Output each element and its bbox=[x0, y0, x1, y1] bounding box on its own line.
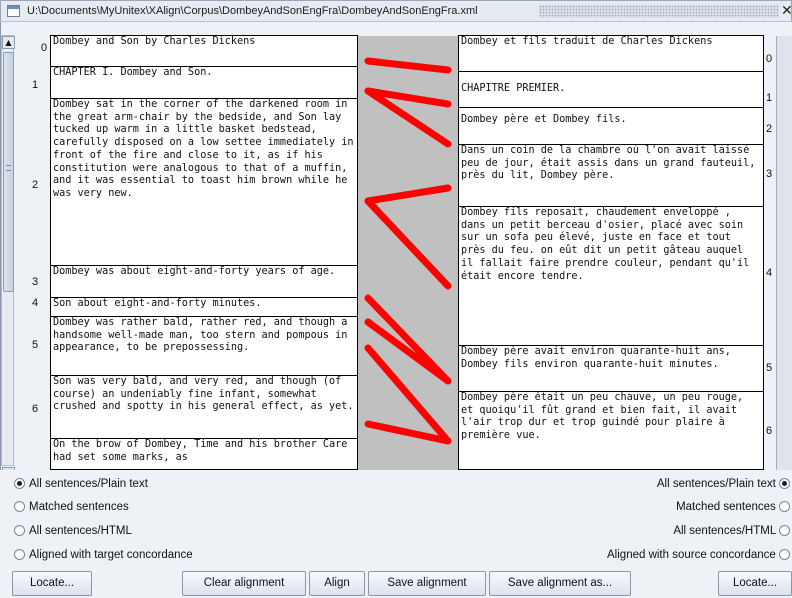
source-sentence[interactable]: Son about eight-and-forty minutes. bbox=[50, 297, 358, 317]
radio-button[interactable] bbox=[14, 549, 25, 560]
radio-button[interactable] bbox=[779, 549, 790, 560]
target-option-html[interactable]: All sentences/HTML bbox=[669, 525, 790, 543]
locate-target-button[interactable]: Locate... bbox=[718, 571, 792, 596]
source-sentence[interactable]: On the brow of Dombey, Time and his brot… bbox=[50, 438, 358, 470]
source-sentence[interactable]: Son was very bald, and very red, and tho… bbox=[50, 375, 358, 439]
close-icon[interactable]: ✕ bbox=[781, 3, 792, 19]
source-index: 3 bbox=[32, 276, 39, 288]
target-index: 0 bbox=[766, 53, 773, 65]
target-index: 6 bbox=[766, 425, 773, 437]
target-sentence[interactable]: Dombey père et Dombey fils. bbox=[458, 107, 764, 145]
target-sentence[interactable]: Dombey et fils traduit de Charles Dicken… bbox=[458, 35, 764, 72]
target-index: 2 bbox=[766, 123, 773, 135]
target-index: 3 bbox=[766, 168, 773, 180]
window-title: U:\Documents\MyUnitex\XAlign\Corpus\Domb… bbox=[27, 5, 478, 17]
option-label: Aligned with target concordance bbox=[29, 549, 193, 561]
locate-source-button[interactable]: Locate... bbox=[12, 571, 92, 596]
save-alignment-button[interactable]: Save alignment bbox=[368, 571, 486, 596]
option-label: All sentences/Plain text bbox=[656, 478, 776, 490]
window-titlebar: U:\Documents\MyUnitex\XAlign\Corpus\Domb… bbox=[0, 0, 792, 22]
source-option-matched[interactable]: Matched sentences bbox=[14, 501, 129, 519]
target-sentence[interactable]: CHAPITRE PREMIER. bbox=[458, 71, 764, 108]
target-sentence[interactable]: Dombey père avait environ quarante-huit … bbox=[458, 345, 764, 392]
source-index: 6 bbox=[32, 403, 39, 415]
target-index: 1 bbox=[766, 92, 773, 104]
titlebar-drag-grip[interactable] bbox=[539, 5, 779, 18]
source-index: 1 bbox=[32, 79, 39, 91]
source-option-html[interactable]: All sentences/HTML bbox=[14, 525, 132, 543]
radio-button[interactable] bbox=[779, 501, 790, 512]
target-index: 4 bbox=[766, 267, 773, 279]
option-label: All sentences/HTML bbox=[29, 525, 132, 537]
option-label: Aligned with source concordance bbox=[607, 549, 776, 561]
source-sentence[interactable]: CHAPTER I. Dombey and Son. bbox=[50, 66, 358, 99]
target-sentence[interactable]: Dombey fils reposait, chaudement envelop… bbox=[458, 206, 764, 346]
source-option-concordance[interactable]: Aligned with target concordance bbox=[14, 549, 193, 567]
option-label: Matched sentences bbox=[29, 501, 129, 513]
clear-alignment-button[interactable]: Clear alignment bbox=[182, 571, 306, 596]
source-sentence[interactable]: Dombey and Son by Charles Dickens bbox=[50, 35, 358, 67]
source-sentence[interactable]: Dombey was about eight-and-forty years o… bbox=[50, 265, 358, 298]
scroll-up-button[interactable]: ▲ bbox=[2, 36, 15, 49]
alignment-link[interactable] bbox=[364, 318, 452, 385]
radio-button[interactable] bbox=[779, 478, 790, 489]
alignment-link-canvas[interactable] bbox=[358, 36, 458, 470]
option-label: Matched sentences bbox=[676, 501, 776, 513]
alignment-link[interactable] bbox=[364, 184, 452, 205]
source-sentence[interactable]: Dombey was rather bald, rather red, and … bbox=[50, 316, 358, 376]
alignment-link[interactable] bbox=[364, 197, 452, 290]
source-index: 5 bbox=[32, 339, 39, 351]
target-option-plain[interactable]: All sentences/Plain text bbox=[653, 478, 790, 496]
option-label: All sentences/HTML bbox=[673, 525, 776, 537]
alignment-area: ▲ ▼ 0 1 2 3 4 5 6 Dombey and Son by Char… bbox=[0, 22, 792, 480]
scroll-thumb[interactable] bbox=[3, 52, 14, 292]
source-option-plain[interactable]: All sentences/Plain text bbox=[14, 478, 148, 496]
target-scrollbar[interactable] bbox=[776, 36, 792, 470]
option-label: All sentences/Plain text bbox=[29, 478, 148, 490]
radio-button[interactable] bbox=[14, 478, 25, 489]
align-button[interactable]: Align bbox=[309, 571, 365, 596]
source-index: 4 bbox=[32, 297, 39, 309]
target-option-concordance[interactable]: Aligned with source concordance bbox=[603, 549, 790, 567]
save-alignment-as-button[interactable]: Save alignment as... bbox=[489, 571, 631, 596]
target-option-matched[interactable]: Matched sentences bbox=[672, 501, 790, 519]
source-index: 0 bbox=[41, 42, 48, 54]
target-sentence[interactable]: Dombey père était un peu chauve, un peu … bbox=[458, 391, 764, 470]
radio-button[interactable] bbox=[779, 525, 790, 536]
target-index: 5 bbox=[766, 362, 773, 374]
radio-button[interactable] bbox=[14, 501, 25, 512]
window-icon bbox=[7, 5, 20, 17]
radio-button[interactable] bbox=[14, 525, 25, 536]
alignment-link[interactable] bbox=[364, 57, 452, 74]
source-scrollbar[interactable]: ▲ ▼ bbox=[1, 35, 15, 480]
target-sentence[interactable]: Dans un coin de la chambre où l'on avait… bbox=[458, 144, 764, 207]
display-options-panel: All sentences/Plain text Matched sentenc… bbox=[0, 470, 792, 568]
scroll-grip-icon bbox=[6, 165, 11, 171]
source-index: 2 bbox=[32, 179, 39, 191]
alignment-links bbox=[364, 57, 452, 445]
source-sentence[interactable]: Dombey sat in the corner of the darkened… bbox=[50, 98, 358, 266]
